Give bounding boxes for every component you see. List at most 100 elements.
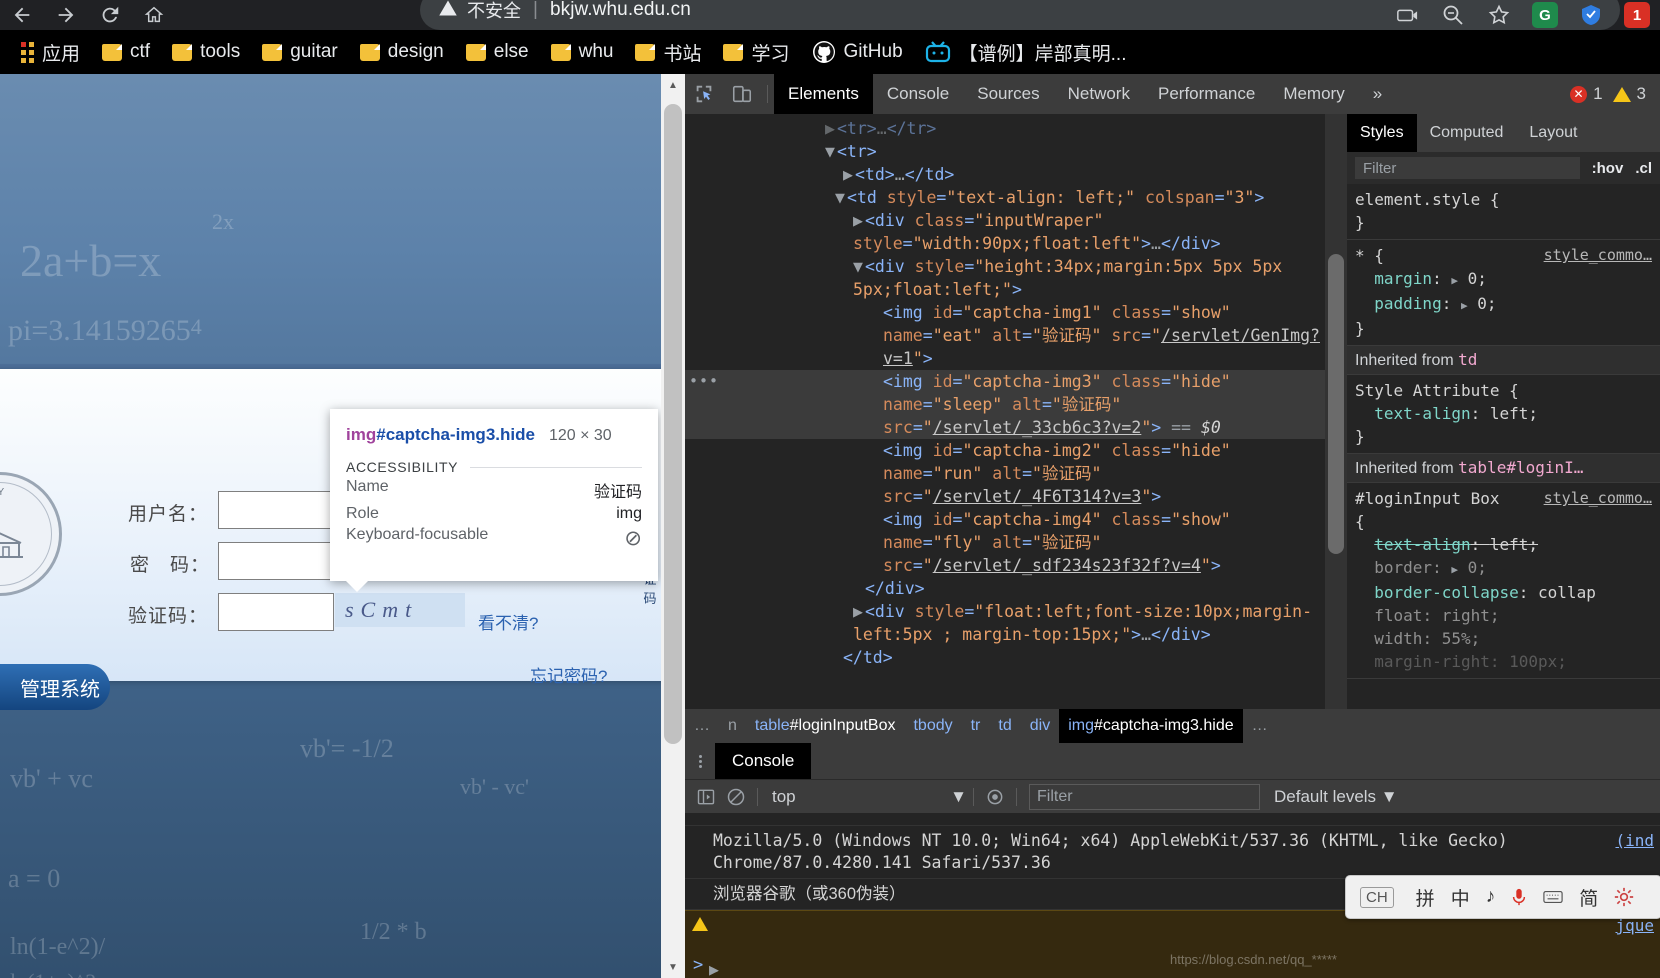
console-context-selector[interactable]: top ▼	[764, 787, 967, 807]
decl-value[interactable]: 0	[1468, 269, 1478, 288]
decl-name[interactable]: margin	[1374, 269, 1432, 288]
bookmark-ctf[interactable]: ctf	[91, 30, 161, 74]
dom-line[interactable]: </div>	[865, 577, 1325, 600]
bookmark-guitar[interactable]: guitar	[251, 30, 349, 74]
decl-name[interactable]: text-align	[1374, 404, 1470, 423]
breadcrumb-tbody[interactable]: tbody	[904, 717, 961, 735]
breadcrumb-img-selected[interactable]: img #captcha-img3.hide	[1059, 709, 1243, 743]
dom-line[interactable]: </td>	[843, 646, 1325, 669]
decl-name[interactable]: text-align	[1374, 535, 1470, 554]
decl-name[interactable]: padding	[1374, 294, 1441, 313]
tab-performance[interactable]: Performance	[1144, 74, 1269, 114]
breadcrumb-overflow[interactable]: …	[685, 717, 719, 735]
styles-filter-input[interactable]: Filter	[1355, 157, 1580, 179]
captcha-input[interactable]	[218, 593, 334, 631]
back-arrow-icon[interactable]	[0, 0, 44, 30]
home-icon[interactable]	[132, 0, 176, 30]
tab-styles[interactable]: Styles	[1347, 114, 1417, 152]
bookmark-else[interactable]: else	[455, 30, 540, 74]
decl-value[interactable]: right	[1442, 606, 1490, 625]
decl-value[interactable]: 100px	[1509, 652, 1557, 671]
tab-sources[interactable]: Sources	[963, 74, 1053, 114]
style-rule-login-input-box[interactable]: #loginInput Box style_commo… { text-align…	[1347, 483, 1660, 679]
class-toggle[interactable]: .cl	[1635, 160, 1652, 177]
url-text[interactable]: bkjw.whu.edu.cn	[550, 0, 691, 21]
forward-arrow-icon[interactable]	[44, 0, 88, 30]
music-note-icon[interactable]: ♪	[1478, 876, 1504, 918]
bookmark-github[interactable]: GitHub	[801, 30, 914, 74]
dom-line[interactable]: ▼ <tr>	[825, 140, 1325, 163]
decl-value[interactable]: left	[1490, 535, 1529, 554]
tab-console[interactable]: Console	[873, 74, 963, 114]
more-tabs-chevron-icon[interactable]: »	[1359, 74, 1396, 114]
breadcrumb-div[interactable]: div	[1021, 717, 1059, 735]
dom-line-selected[interactable]: ••• <img id="captcha-img3" class="hide" n…	[685, 370, 1325, 439]
keyboard-icon[interactable]	[1535, 876, 1571, 918]
reload-icon[interactable]	[88, 0, 132, 30]
ime-mode-pinyin[interactable]: 拼	[1408, 876, 1443, 918]
breadcrumb-table[interactable]: table#loginInputBox	[746, 717, 905, 735]
bookmark-star-icon[interactable]	[1476, 0, 1522, 30]
rule-source-link[interactable]: style_commo…	[1544, 487, 1652, 510]
decl-value[interactable]: 55%	[1442, 629, 1471, 648]
blue-shield-extension-icon[interactable]	[1568, 0, 1614, 30]
decl-value[interactable]: collap	[1538, 583, 1596, 602]
tab-network[interactable]: Network	[1054, 74, 1144, 114]
scrollbar-thumb[interactable]	[1328, 254, 1344, 554]
console-source-link[interactable]: (ind	[1615, 830, 1654, 852]
expand-icon[interactable]: ▶	[709, 959, 719, 978]
dom-line[interactable]: <img id="captcha-img1" class="show" name…	[883, 301, 1325, 370]
dom-line[interactable]: ▼ <td style="text-align: left;" colspan="…	[835, 186, 1325, 209]
security-indicator[interactable]: 不安全	[438, 0, 521, 23]
console-row-useragent[interactable]: Mozilla/5.0 (Windows NT 10.0; Win64; x64…	[685, 826, 1660, 879]
drawer-more-options-icon[interactable]	[685, 743, 715, 779]
dom-tree[interactable]: ▶ <tr>…</tr> ▼ <tr> ▶ <td>…</td> ▼ <td style…	[685, 114, 1325, 709]
dom-line[interactable]: <img id="captcha-img4" class="show" name…	[883, 508, 1325, 577]
inherit-target[interactable]: table#loginI…	[1458, 458, 1583, 477]
green-extension-icon[interactable]: G	[1522, 0, 1568, 30]
tab-layout[interactable]: Layout	[1516, 114, 1590, 152]
expand-icon[interactable]: ▶	[1451, 563, 1458, 576]
style-rule-style-attribute[interactable]: Style Attribute { text-align: left; }	[1347, 375, 1660, 454]
camera-extension-icon[interactable]	[1384, 0, 1430, 30]
error-counter[interactable]: ✕ 1	[1570, 84, 1603, 104]
device-toolbar-icon[interactable]	[723, 74, 761, 114]
rule-source-link[interactable]: style_commo…	[1544, 244, 1652, 267]
breadcrumb-item[interactable]: n	[719, 717, 746, 735]
decl-value[interactable]: 0	[1468, 558, 1478, 577]
decl-name[interactable]: margin-right	[1374, 652, 1490, 671]
dom-line[interactable]: ▶ <tr>…</tr>	[825, 117, 1325, 140]
zoom-out-icon[interactable]	[1430, 0, 1476, 30]
page-scrollbar[interactable]: ▲ ▼	[661, 74, 685, 978]
tab-elements[interactable]: Elements	[774, 74, 873, 114]
dom-line[interactable]: ▶ <div style="float:left;font-size:10px;m…	[853, 600, 1325, 646]
dom-line[interactable]: ▼ <div style="height:34px;margin:5px 5px …	[853, 255, 1325, 301]
decl-name[interactable]: border-collapse	[1374, 583, 1519, 602]
warning-counter[interactable]: 3	[1612, 84, 1646, 104]
ime-simplified[interactable]: 简	[1571, 876, 1606, 918]
scrollbar-thumb[interactable]	[664, 104, 682, 744]
live-expression-eye-icon[interactable]	[980, 780, 1010, 814]
dom-line[interactable]: <img id="captcha-img2" class="hide" name…	[883, 439, 1325, 508]
console-filter-input[interactable]: Filter	[1029, 784, 1260, 810]
decl-name[interactable]: width	[1374, 629, 1422, 648]
mic-icon[interactable]	[1503, 876, 1535, 918]
decl-name[interactable]: float	[1374, 606, 1422, 625]
ime-lang[interactable]: CH	[1346, 876, 1408, 918]
captcha-image[interactable]: sCmt	[335, 593, 465, 627]
expand-icon[interactable]: ▶	[1451, 274, 1458, 287]
scroll-down-icon[interactable]: ▼	[661, 956, 685, 978]
bookmark-apps[interactable]: 应用	[0, 30, 91, 74]
bookmark-whu[interactable]: whu	[540, 30, 625, 74]
decl-value[interactable]: left	[1490, 404, 1529, 423]
console-sidebar-icon[interactable]	[691, 780, 721, 814]
bookmark-tools[interactable]: tools	[161, 30, 251, 74]
inspect-element-icon[interactable]	[685, 74, 723, 114]
decl-name[interactable]: border	[1374, 558, 1432, 577]
bookmark-shuzhan[interactable]: 书站	[624, 30, 712, 74]
console-levels-dropdown[interactable]: Default levels ▼	[1274, 787, 1398, 807]
forgot-password-link[interactable]: 忘记密码?	[530, 662, 607, 687]
hover-state-toggle[interactable]: :hov	[1592, 160, 1624, 177]
bookmark-design[interactable]: design	[349, 30, 455, 74]
style-rule-element-style[interactable]: element.style { }	[1347, 184, 1660, 240]
